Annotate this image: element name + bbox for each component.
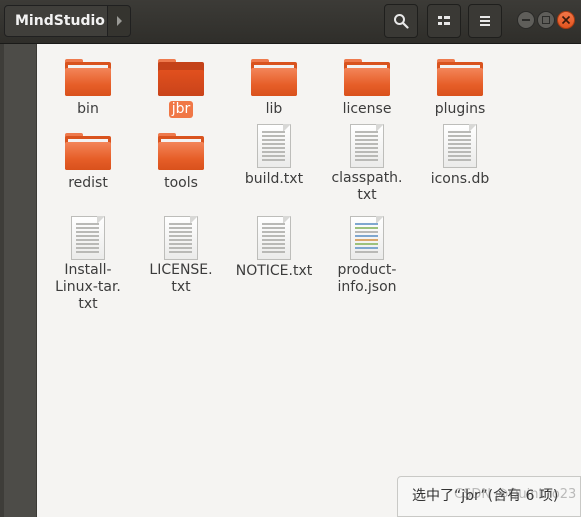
- text-file-icon: [350, 124, 384, 168]
- item-label: plugins: [434, 101, 486, 117]
- item-label: product- info.json: [337, 262, 397, 295]
- item-label: lib: [265, 101, 283, 117]
- folder-lib[interactable]: lib: [231, 56, 317, 118]
- folder-icon: [343, 56, 391, 98]
- path-button-mindstudio[interactable]: MindStudio: [4, 5, 108, 37]
- folder-jbr[interactable]: jbr: [138, 56, 224, 118]
- item-label: icons.db: [430, 171, 490, 187]
- file-build-txt[interactable]: build.txt: [231, 124, 317, 188]
- text-file-icon: [257, 216, 291, 260]
- file-icons-db[interactable]: icons.db: [417, 124, 503, 188]
- item-label: build.txt: [244, 171, 304, 187]
- item-label: redist: [68, 175, 108, 191]
- item-label: classpath. txt: [331, 170, 403, 203]
- item-label: license: [342, 101, 392, 117]
- file-product-info-json[interactable]: product- info.json: [324, 216, 410, 296]
- folder-icon: [436, 56, 484, 98]
- item-label: Install- Linux-tar. txt: [55, 262, 121, 312]
- file-license-txt[interactable]: LICENSE. txt: [138, 216, 224, 296]
- text-file-icon: [443, 124, 477, 168]
- folder-license[interactable]: license: [324, 56, 410, 118]
- menu-button[interactable]: [468, 4, 502, 38]
- folder-redist[interactable]: redist: [45, 130, 131, 192]
- item-label: bin: [77, 101, 99, 117]
- hamburger-icon: [480, 16, 490, 26]
- maximize-icon: [542, 16, 550, 24]
- text-file-icon: [71, 216, 105, 260]
- list-view-icon: [438, 16, 450, 25]
- watermark-text: CSDN @Quinbro23: [454, 487, 577, 502]
- header-bar: MindStudio: [0, 0, 581, 44]
- folder-icon: [250, 56, 298, 98]
- file-grid: bin jbr lib license plugins redist tools…: [37, 44, 581, 517]
- text-file-icon: [257, 124, 291, 168]
- maximize-button[interactable]: [537, 11, 555, 29]
- sidebar: [0, 44, 37, 517]
- item-label-selected: jbr: [168, 101, 194, 118]
- folder-icon: [64, 130, 112, 172]
- text-file-icon: [164, 216, 198, 260]
- folder-open-icon: [157, 56, 205, 98]
- folder-icon: [157, 130, 205, 172]
- folder-plugins[interactable]: plugins: [417, 56, 503, 118]
- code-file-icon: [350, 216, 384, 260]
- minimize-button[interactable]: [517, 11, 535, 29]
- folder-icon: [64, 56, 112, 98]
- file-classpath-txt[interactable]: classpath. txt: [324, 124, 410, 204]
- path-forward-button[interactable]: [107, 5, 131, 37]
- folder-tools[interactable]: tools: [138, 130, 224, 192]
- item-label: NOTICE.txt: [235, 263, 313, 279]
- close-button[interactable]: [557, 11, 575, 29]
- item-label: LICENSE. txt: [149, 262, 213, 295]
- minimize-icon: [522, 19, 530, 21]
- sidebar-edge: [0, 44, 4, 517]
- search-button[interactable]: [384, 4, 418, 38]
- search-icon: [394, 14, 409, 29]
- file-notice-txt[interactable]: NOTICE.txt: [231, 216, 317, 280]
- item-label: tools: [164, 175, 198, 191]
- close-icon: [561, 15, 571, 25]
- file-install-linux-tar-txt[interactable]: Install- Linux-tar. txt: [45, 216, 131, 313]
- chevron-right-icon: [117, 16, 122, 26]
- view-mode-button[interactable]: [427, 4, 461, 38]
- folder-bin[interactable]: bin: [45, 56, 131, 118]
